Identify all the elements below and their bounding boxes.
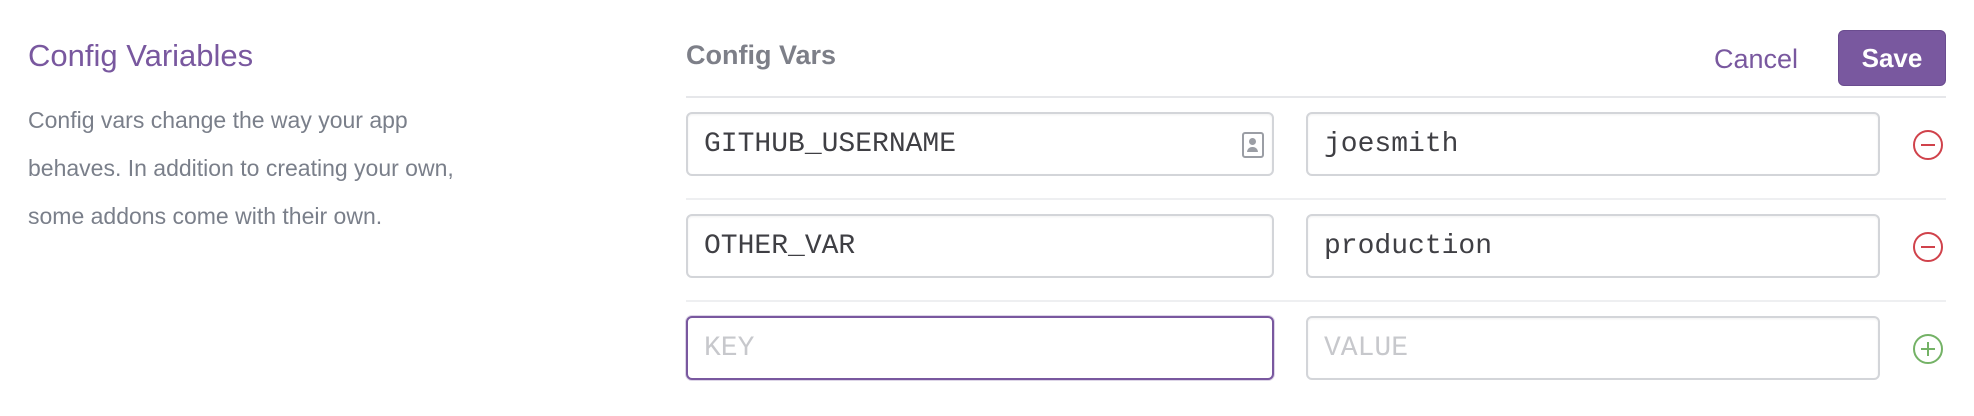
plus-circle-icon-vertical bbox=[1927, 342, 1929, 356]
config-var-row bbox=[686, 200, 1946, 302]
minus-circle-icon bbox=[1921, 144, 1935, 146]
config-var-value-input[interactable] bbox=[1306, 112, 1880, 176]
remove-config-var-button[interactable] bbox=[1913, 232, 1943, 262]
section-description: Config vars change the way your app beha… bbox=[28, 107, 454, 229]
config-vars-panel: Config Vars Cancel Save bbox=[686, 28, 1946, 402]
new-key-input[interactable] bbox=[686, 316, 1274, 380]
add-config-var-button[interactable] bbox=[1913, 334, 1943, 364]
remove-config-var-button[interactable] bbox=[1913, 130, 1943, 160]
section-title: Config Variables bbox=[28, 38, 254, 73]
contact-card-icon[interactable] bbox=[1242, 132, 1264, 158]
panel-title: Config Vars bbox=[686, 40, 837, 70]
config-var-key-input[interactable] bbox=[686, 214, 1274, 278]
config-var-row bbox=[686, 98, 1946, 200]
new-value-input[interactable] bbox=[1306, 316, 1880, 380]
cancel-button[interactable]: Cancel bbox=[1714, 44, 1798, 75]
config-var-key-input[interactable] bbox=[686, 112, 1274, 176]
panel-header: Config Vars Cancel Save bbox=[686, 28, 1946, 98]
new-config-var-row bbox=[686, 302, 1946, 402]
save-button[interactable]: Save bbox=[1838, 30, 1946, 86]
config-var-value-input[interactable] bbox=[1306, 214, 1880, 278]
minus-circle-icon bbox=[1921, 246, 1935, 248]
config-vars-page: Config Variables Config vars change the … bbox=[0, 0, 1974, 416]
intro-section: Config Variables Config vars change the … bbox=[28, 34, 458, 240]
